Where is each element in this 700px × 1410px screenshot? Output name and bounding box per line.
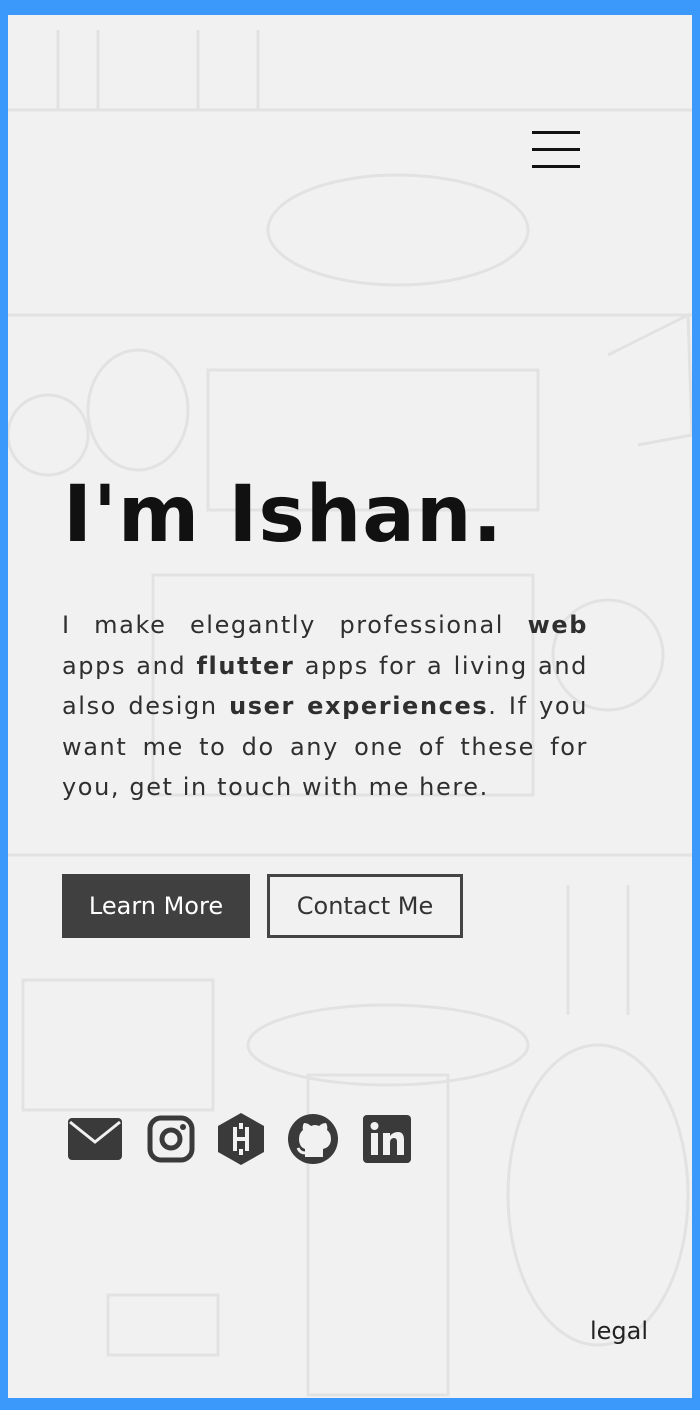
- hero-text-part: I make elegantly professional: [62, 611, 528, 639]
- menu-bar: [532, 148, 580, 151]
- hamburger-menu-icon[interactable]: [532, 131, 580, 171]
- linkedin-icon[interactable]: [360, 1112, 414, 1166]
- hero-highlight-ux: user experiences: [229, 692, 489, 720]
- hero-title: I'm Ishan.: [63, 470, 504, 560]
- learn-more-button[interactable]: Learn More: [62, 874, 250, 938]
- hashnode-icon[interactable]: [214, 1112, 268, 1166]
- hero-description: I make elegantly professional web apps a…: [62, 605, 588, 808]
- menu-bar: [532, 131, 580, 134]
- hero-text-part: apps and: [62, 651, 197, 680]
- email-icon[interactable]: [68, 1112, 122, 1166]
- instagram-icon[interactable]: [144, 1112, 198, 1166]
- menu-bar: [532, 165, 580, 168]
- hero-highlight-flutter: flutter: [196, 651, 295, 680]
- hero-highlight-web: web: [527, 611, 588, 639]
- github-icon[interactable]: [286, 1112, 340, 1166]
- page-frame: I'm Ishan. I make elegantly professional…: [8, 15, 692, 1398]
- contact-me-button[interactable]: Contact Me: [267, 874, 463, 938]
- legal-link[interactable]: legal: [590, 1317, 648, 1345]
